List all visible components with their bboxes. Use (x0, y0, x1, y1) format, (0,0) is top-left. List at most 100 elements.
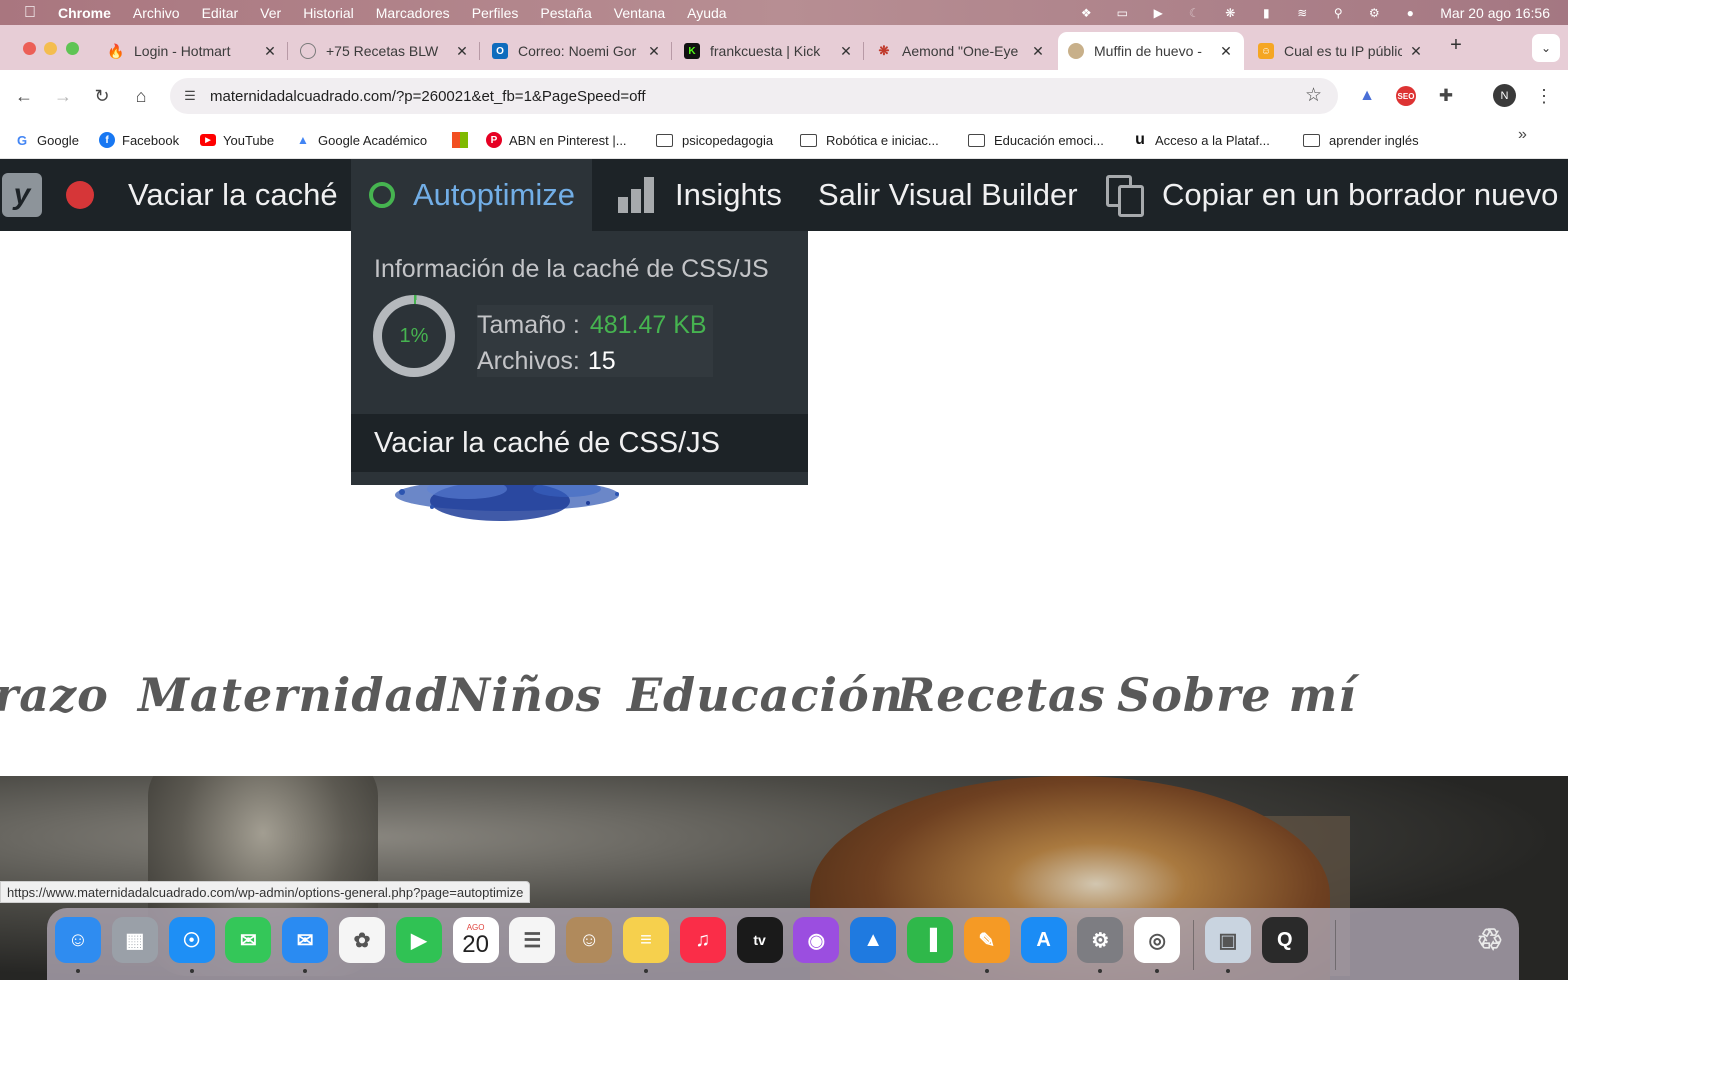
close-icon[interactable]: ✕ (454, 43, 470, 60)
control-center-icon[interactable]: ⚙ (1365, 6, 1383, 20)
bookmark-folder-robotica[interactable]: Robótica e iniciac... (800, 129, 939, 151)
minimize-window-button[interactable] (44, 42, 57, 55)
fan-icon[interactable]: ❋ (1221, 6, 1239, 20)
chrome-icon[interactable]: ◎ (1134, 917, 1181, 963)
browser-menu-icon[interactable]: ⋮ (1530, 82, 1558, 110)
scholar-extension-icon[interactable]: ▲ (1355, 84, 1379, 108)
contacts-icon[interactable]: ☺ (566, 917, 613, 963)
menu-ver[interactable]: Ver (260, 5, 281, 21)
close-icon[interactable]: ✕ (1218, 43, 1234, 60)
close-icon[interactable]: ✕ (262, 43, 278, 60)
battery-icon[interactable]: ▮ (1257, 6, 1275, 20)
nav-item-embarazo[interactable]: razo (0, 668, 109, 722)
new-tab-button[interactable]: + (1446, 34, 1466, 57)
seo-extension-icon[interactable]: SEO (1394, 84, 1418, 108)
keynote-icon[interactable]: ▲ (850, 917, 897, 963)
tab-ip[interactable]: ☺ Cual es tu IP públic ✕ (1248, 32, 1434, 70)
menu-archivo[interactable]: Archivo (133, 5, 180, 21)
dropbox-icon[interactable]: ❖ (1077, 6, 1095, 20)
nav-item-ninos[interactable]: Niños (448, 668, 603, 722)
spotlight-icon[interactable]: ⚲ (1329, 6, 1347, 20)
menu-ventana[interactable]: Ventana (614, 5, 665, 21)
app-store-icon[interactable]: A (1020, 917, 1067, 963)
tab-kick[interactable]: K frankcuesta | Kick ✕ (674, 32, 864, 70)
podcasts-icon[interactable]: ◉ (793, 917, 840, 963)
bookmark-folder-ingles[interactable]: aprender inglés (1303, 129, 1419, 151)
menu-perfiles[interactable]: Perfiles (472, 5, 519, 21)
menu-ayuda[interactable]: Ayuda (687, 5, 726, 21)
close-window-button[interactable] (23, 42, 36, 55)
play-icon[interactable]: ▶ (1149, 6, 1167, 20)
close-icon[interactable]: ✕ (646, 43, 662, 60)
close-icon[interactable]: ✕ (1030, 43, 1046, 60)
nav-item-sobre-mi[interactable]: Sobre mí (1117, 668, 1357, 722)
wifi-icon[interactable]: ≋ (1293, 6, 1311, 20)
reload-icon[interactable]: ↻ (88, 82, 116, 110)
tab-search-chevron-icon[interactable]: ⌄ (1532, 34, 1560, 62)
tv-icon[interactable]: tv (736, 917, 783, 963)
tab-aemond[interactable]: ❋ Aemond "One-Eye ✕ (866, 32, 1056, 70)
tab-hotmart[interactable]: 🔥 Login - Hotmart ✕ (98, 32, 288, 70)
yoast-menu[interactable]: y (2, 159, 48, 231)
finder-icon[interactable]: ☺ (55, 917, 101, 963)
calendar-icon[interactable]: AGO 20 (452, 917, 499, 963)
menubar-clock[interactable]: Mar 20 ago 16:56 (1440, 5, 1550, 21)
site-logo-splash[interactable] (372, 479, 644, 530)
bookmark-google[interactable]: G Google (14, 129, 79, 151)
notes-icon[interactable]: ≡ (623, 917, 669, 963)
numbers-icon[interactable]: ▐ (907, 917, 953, 963)
flush-cache-button[interactable]: Vaciar la caché (128, 159, 338, 231)
safari-icon[interactable]: ☉ (168, 917, 215, 963)
launchpad-icon[interactable]: ▦ (111, 917, 158, 963)
preview-icon[interactable]: ▣ (1205, 917, 1251, 963)
system-settings-icon[interactable]: ⚙ (1077, 917, 1124, 963)
flush-css-js-cache-button[interactable]: Vaciar la caché de CSS/JS (351, 414, 808, 472)
moon-icon[interactable]: ☾ (1185, 6, 1203, 20)
mail-icon[interactable]: ✉ (282, 917, 329, 963)
nav-item-maternidad[interactable]: Maternidad (138, 668, 449, 722)
bookmark-folder-educacion[interactable]: Educación emoci... (968, 129, 1104, 151)
bookmark-youtube[interactable]: ▶ YouTube (200, 129, 274, 151)
bookmark-folder-psicopedagogia[interactable]: psicopedagogia (656, 129, 773, 151)
forward-arrow-icon[interactable]: → (49, 82, 77, 110)
apple-menu-icon[interactable]:  (20, 4, 40, 22)
address-url[interactable]: maternidadalcuadrado.com/?p=260021&et_fb… (210, 88, 645, 105)
autoptimize-menu[interactable]: Autoptimize (351, 159, 592, 231)
bookmark-google-academico[interactable]: ▲ Google Académico (295, 129, 427, 151)
pages-icon[interactable]: ✎ (963, 917, 1010, 963)
zoom-window-button[interactable] (66, 42, 79, 55)
photos-icon[interactable]: ✿ (339, 917, 385, 963)
back-arrow-icon[interactable]: ← (10, 82, 38, 110)
facetime-icon[interactable]: ▶ (395, 917, 442, 963)
bookmark-star-icon[interactable]: ☆ (1305, 84, 1322, 107)
menu-marcadores[interactable]: Marcadores (376, 5, 450, 21)
copy-to-draft-button[interactable]: Copiar en un borrador nuevo (1104, 159, 1558, 231)
tab-correo[interactable]: O Correo: Noemi Gor ✕ (482, 32, 672, 70)
exit-visual-builder-button[interactable]: Salir Visual Builder (818, 159, 1078, 231)
address-bar[interactable]: ☰ maternidadalcuadrado.com/?p=260021&et_… (170, 78, 1338, 114)
more-bookmarks-icon[interactable]: » (1518, 126, 1527, 144)
music-icon[interactable]: ♫ (679, 917, 726, 963)
bookmark-microsoft[interactable] (452, 129, 475, 151)
menu-pestana[interactable]: Pestaña (540, 5, 591, 21)
quicktime-icon[interactable]: Q (1261, 917, 1308, 963)
siri-icon[interactable]: ● (1401, 6, 1419, 20)
extensions-puzzle-icon[interactable]: ✚ (1434, 84, 1458, 108)
bookmark-acceso-plataforma[interactable]: u Acceso a la Plataf... (1132, 129, 1270, 151)
menu-editar[interactable]: Editar (202, 5, 239, 21)
close-icon[interactable]: ✕ (838, 43, 854, 60)
close-icon[interactable]: ✕ (1408, 43, 1424, 60)
nav-item-recetas[interactable]: Recetas (897, 668, 1106, 722)
tab-muffin-active[interactable]: Muffin de huevo - ✕ (1058, 32, 1244, 70)
bookmark-pinterest[interactable]: P ABN en Pinterest |... (486, 129, 627, 151)
menu-app-name[interactable]: Chrome (58, 5, 111, 21)
cache-status-menu[interactable] (66, 159, 94, 231)
trash-icon[interactable]: ♲ (1467, 917, 1513, 963)
reminders-icon[interactable]: ☰ (509, 917, 556, 963)
profile-avatar[interactable]: N (1493, 84, 1516, 107)
insights-menu[interactable]: Insights (618, 159, 782, 231)
messages-icon[interactable]: ✉ (225, 917, 272, 963)
menu-historial[interactable]: Historial (303, 5, 354, 21)
tab-recetas-blw[interactable]: +75 Recetas BLW ✕ (290, 32, 480, 70)
home-icon[interactable]: ⌂ (127, 82, 155, 110)
